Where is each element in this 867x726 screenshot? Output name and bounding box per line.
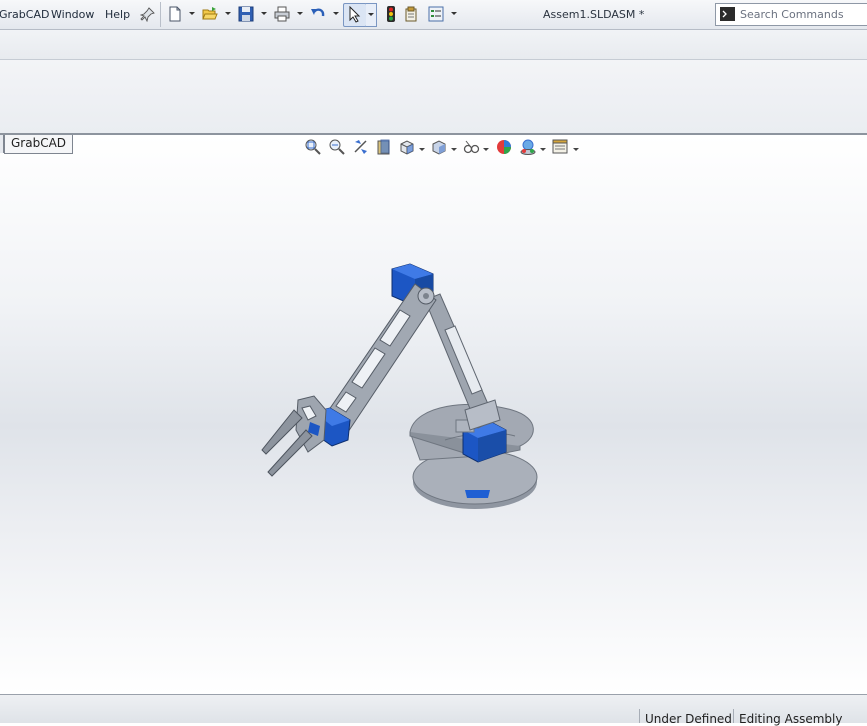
gripper[interactable] xyxy=(261,395,327,477)
zoom-to-area-icon[interactable] xyxy=(328,138,346,156)
edit-appearance-icon[interactable] xyxy=(495,138,513,156)
title-bar: GrabCAD Window Help Assem1.SLDASM * Sear… xyxy=(0,0,867,30)
tab-grabcad[interactable]: GrabCAD xyxy=(4,135,74,154)
robot-arm-model[interactable] xyxy=(250,260,550,530)
main-arm-link[interactable] xyxy=(321,283,437,436)
status-separator xyxy=(639,709,640,723)
zoom-to-fit-icon[interactable] xyxy=(304,138,322,156)
menu-window[interactable]: Window xyxy=(51,8,94,21)
view-orientation-dropdown-icon[interactable] xyxy=(419,148,425,151)
cursor-arrow-icon xyxy=(349,6,361,23)
hide-show-items-icon[interactable] xyxy=(462,138,480,156)
options-dropdown-icon[interactable] xyxy=(451,12,457,15)
pin-icon[interactable] xyxy=(140,6,156,22)
command-manager-tabs xyxy=(0,30,867,60)
select-button[interactable] xyxy=(343,3,367,27)
search-commands-field[interactable]: Search Commands xyxy=(715,3,867,26)
undo-dropdown-icon[interactable] xyxy=(333,12,339,15)
print-icon[interactable] xyxy=(274,6,290,22)
open-folder-icon[interactable] xyxy=(202,6,218,22)
previous-view-icon[interactable] xyxy=(352,138,370,156)
status-definition: Under Defined xyxy=(645,712,732,726)
save-icon[interactable] xyxy=(238,6,254,22)
display-style-icon[interactable] xyxy=(430,138,448,156)
command-prompt-icon xyxy=(720,7,735,21)
print-dropdown-icon[interactable] xyxy=(297,12,303,15)
view-settings-icon[interactable] xyxy=(551,138,569,156)
document-title: Assem1.SLDASM * xyxy=(543,8,645,21)
new-dropdown-icon[interactable] xyxy=(189,12,195,15)
view-settings-dropdown-icon[interactable] xyxy=(573,148,579,151)
search-input[interactable]: Search Commands xyxy=(740,8,844,21)
select-dropdown-icon xyxy=(368,13,374,16)
hide-show-dropdown-icon[interactable] xyxy=(483,148,489,151)
menu-help[interactable]: Help xyxy=(105,8,130,21)
undo-icon[interactable] xyxy=(310,6,326,22)
save-dropdown-icon[interactable] xyxy=(261,12,267,15)
status-bar: Under Defined Editing Assembly xyxy=(0,694,867,726)
options-icon[interactable] xyxy=(428,6,444,22)
apply-scene-icon[interactable] xyxy=(519,138,537,156)
graphics-area[interactable]: GrabCAD xyxy=(0,135,867,694)
rebuild-icon[interactable] xyxy=(383,6,399,22)
new-document-icon[interactable] xyxy=(167,6,183,22)
open-dropdown-icon[interactable] xyxy=(225,12,231,15)
display-style-dropdown-icon[interactable] xyxy=(451,148,457,151)
view-orientation-icon[interactable] xyxy=(398,138,416,156)
file-properties-icon[interactable] xyxy=(404,6,420,22)
base-connector xyxy=(465,490,490,498)
select-dropdown-button[interactable] xyxy=(366,3,377,27)
status-edit-mode: Editing Assembly xyxy=(739,712,843,726)
toolbar-separator xyxy=(160,2,161,27)
heads-up-view-toolbar xyxy=(304,138,584,160)
section-view-icon[interactable] xyxy=(375,138,393,156)
menu-grabcad[interactable]: GrabCAD xyxy=(0,8,49,21)
command-manager-area xyxy=(0,60,867,135)
status-separator xyxy=(733,709,734,723)
apply-scene-dropdown-icon[interactable] xyxy=(540,148,546,151)
